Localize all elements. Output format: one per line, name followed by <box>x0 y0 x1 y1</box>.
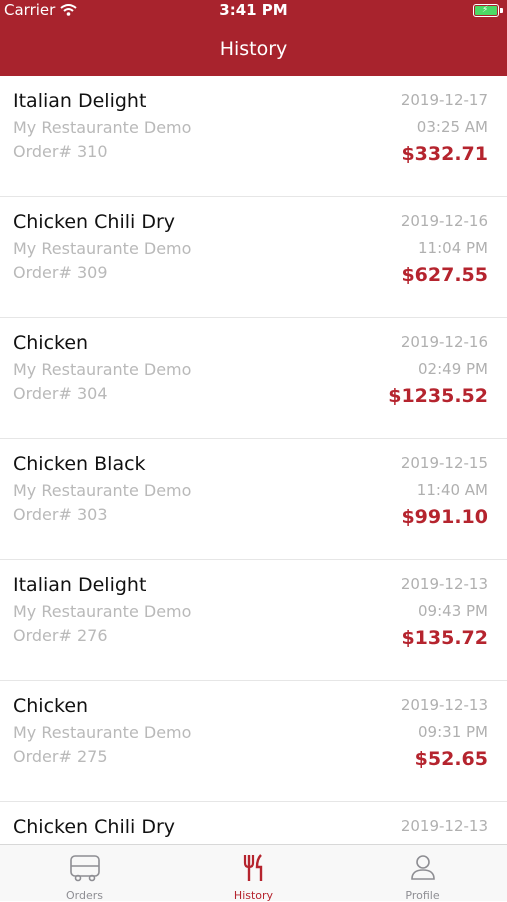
order-number: Order# 309 <box>13 263 108 282</box>
order-title: Chicken Black <box>13 453 146 475</box>
order-row[interactable]: Italian Delight My Restaurante Demo Orde… <box>0 560 507 681</box>
order-title: Chicken <box>13 695 89 717</box>
tab-profile-label: Profile <box>405 889 440 902</box>
order-row[interactable]: Chicken Chili Dry 2019-12-13 <box>0 802 507 844</box>
order-time: 09:31 PM <box>418 723 488 741</box>
order-time: 11:04 PM <box>418 239 488 257</box>
order-title: Chicken <box>13 332 89 354</box>
restaurant-name: My Restaurante Demo <box>13 118 192 137</box>
order-row[interactable]: Chicken Chili Dry My Restaurante Demo Or… <box>0 197 507 318</box>
order-amount: $135.72 <box>401 627 488 649</box>
order-row[interactable]: Chicken Black My Restaurante Demo Order#… <box>0 439 507 560</box>
fork-knife-icon <box>243 854 262 881</box>
order-number: Order# 275 <box>13 747 108 766</box>
order-date: 2019-12-16 <box>400 333 488 351</box>
order-number: Order# 276 <box>13 626 108 645</box>
person-icon <box>410 855 435 880</box>
order-row[interactable]: Chicken My Restaurante Demo Order# 275 2… <box>0 681 507 802</box>
order-time: 11:40 AM <box>416 481 488 499</box>
van-icon <box>69 855 100 882</box>
order-date: 2019-12-13 <box>400 575 488 593</box>
order-time: 02:49 PM <box>418 360 488 378</box>
order-title: Italian Delight <box>13 90 147 112</box>
order-title: Chicken Chili Dry <box>13 816 176 838</box>
restaurant-name: My Restaurante Demo <box>13 481 192 500</box>
order-date: 2019-12-13 <box>400 696 488 714</box>
order-time: 09:43 PM <box>418 602 488 620</box>
restaurant-name: My Restaurante Demo <box>13 602 192 621</box>
nav-header: Carrier 3:41 PM ⚡ History <box>0 0 507 76</box>
page-title: History <box>219 38 288 60</box>
order-number: Order# 304 <box>13 384 108 403</box>
tab-profile[interactable]: Profile <box>338 845 507 902</box>
order-time: 03:25 AM <box>416 118 488 136</box>
order-title: Italian Delight <box>13 574 147 596</box>
battery-icon: ⚡ <box>473 4 499 17</box>
tab-orders-label: Orders <box>66 889 103 902</box>
restaurant-name: My Restaurante Demo <box>13 360 192 379</box>
order-date: 2019-12-16 <box>400 212 488 230</box>
history-list[interactable]: Italian Delight My Restaurante Demo Orde… <box>0 76 507 844</box>
order-date: 2019-12-15 <box>400 454 488 472</box>
tab-bar: Orders History Profile <box>0 844 507 902</box>
order-number: Order# 303 <box>13 505 108 524</box>
order-amount: $627.55 <box>401 264 488 286</box>
tab-orders[interactable]: Orders <box>0 845 169 902</box>
order-number: Order# 310 <box>13 142 108 161</box>
order-row[interactable]: Chicken My Restaurante Demo Order# 304 2… <box>0 318 507 439</box>
clock: 3:41 PM <box>219 1 288 19</box>
order-amount: $1235.52 <box>388 385 488 407</box>
tab-history[interactable]: History <box>169 845 338 902</box>
restaurant-name: My Restaurante Demo <box>13 239 192 258</box>
order-amount: $332.71 <box>401 143 488 165</box>
order-date: 2019-12-13 <box>400 817 488 835</box>
order-title: Chicken Chili Dry <box>13 211 176 233</box>
tab-history-label: History <box>233 889 274 902</box>
status-bar: Carrier 3:41 PM ⚡ <box>0 0 507 22</box>
order-amount: $991.10 <box>401 506 488 528</box>
restaurant-name: My Restaurante Demo <box>13 723 192 742</box>
order-row[interactable]: Italian Delight My Restaurante Demo Orde… <box>0 76 507 197</box>
order-date: 2019-12-17 <box>400 91 488 109</box>
order-amount: $52.65 <box>414 748 488 770</box>
